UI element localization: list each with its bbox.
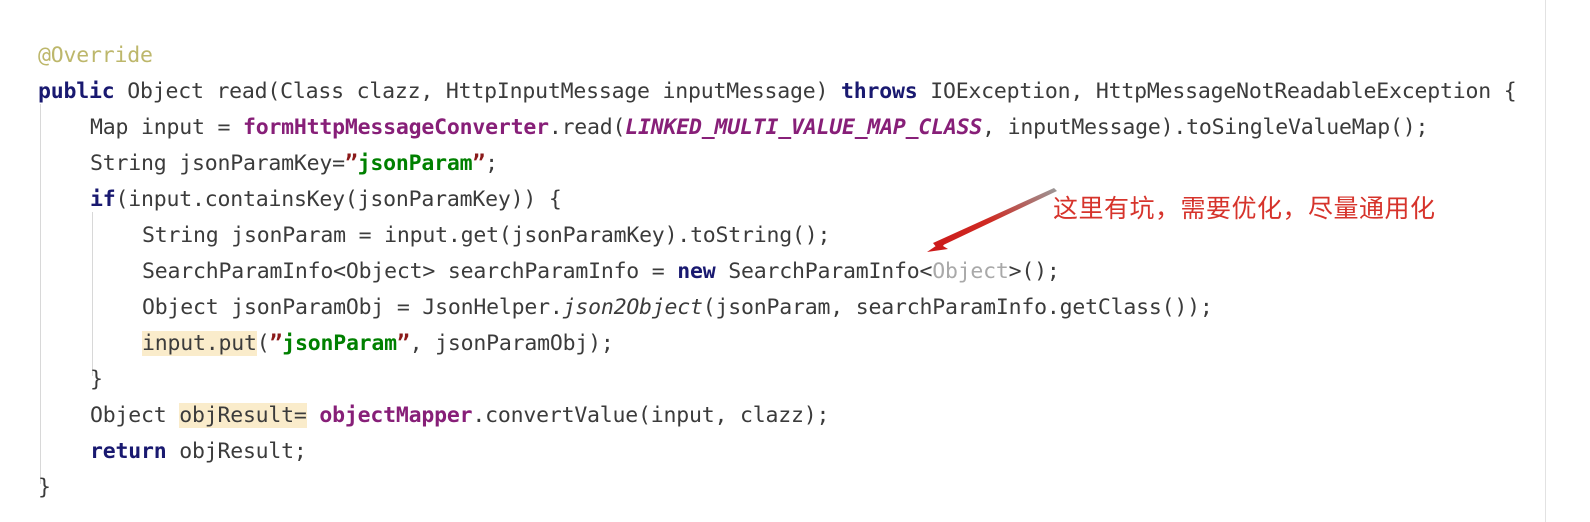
token-keyword-if: if	[90, 187, 116, 212]
token-type-json-helper: JsonHelper	[422, 295, 550, 320]
token-method-to-single-value-map: toSingleValueMap	[1186, 115, 1390, 140]
code-line-4[interactable]: String jsonParamKey=”jsonParam”;	[0, 146, 498, 182]
code-line-13[interactable]: }	[0, 470, 51, 506]
token-var-search-param-info: searchParamInfo	[447, 259, 640, 284]
code-line-3[interactable]: Map input = formHttpMessageConverter.rea…	[0, 110, 1428, 146]
token-type-object-2: Object	[142, 295, 219, 320]
token-quote-open-1: ”	[344, 151, 358, 176]
token-type-search-param-info-2: SearchParamInfo	[728, 259, 920, 284]
token-method-get-class: getClass	[1059, 295, 1162, 320]
token-type-class: Class	[280, 79, 344, 104]
token-type-string-2: String	[142, 223, 219, 248]
token-keyword-public: public	[38, 79, 115, 104]
token-type-object: Object	[127, 79, 204, 104]
code-line-5[interactable]: if(input.containsKey(jsonParamKey)) {	[0, 182, 562, 218]
code-line-7[interactable]: SearchParamInfo<Object> searchParamInfo …	[0, 254, 1060, 290]
token-type-object-3: Object	[90, 403, 167, 428]
token-method-get: get	[460, 223, 499, 248]
token-var-input: input	[140, 115, 205, 140]
token-method-to-string: toString	[690, 223, 793, 248]
token-keyword-new: new	[677, 259, 716, 284]
token-generic-object-dim: Object	[932, 259, 1009, 284]
token-string-json-param-2: jsonParam	[282, 331, 397, 356]
token-generic-object-1: Object	[345, 259, 423, 284]
token-type-http-input-message: HttpInputMessage	[445, 79, 650, 104]
token-type-search-param-info: SearchParamInfo	[142, 259, 334, 284]
search-highlight-input-put: input.put	[142, 331, 257, 356]
token-var-obj-result: objResult	[179, 403, 294, 428]
search-highlight-obj-result: objResult=	[179, 403, 307, 428]
token-string-json-param-1: jsonParam	[357, 151, 473, 176]
token-keyword-return: return	[90, 439, 167, 464]
token-var-obj-result-2: objResult	[179, 439, 294, 464]
token-constant-linked-map-class: LINKED_MULTI_VALUE_MAP_CLASS	[625, 115, 983, 140]
token-method-contains-key: containsKey	[204, 187, 345, 212]
annotation-text: 这里有坑，需要优化，尽量通用化	[1053, 194, 1436, 223]
token-method-put: put	[218, 331, 257, 356]
code-line-11[interactable]: Object objResult= objectMapper.convertVa…	[0, 398, 829, 434]
token-var-json-param-key-2: jsonParamKey	[357, 187, 511, 212]
code-line-12[interactable]: return objResult;	[0, 434, 307, 470]
code-line-1[interactable]: @Override	[0, 38, 153, 74]
token-var-json-param-2: jsonParam	[715, 295, 831, 320]
token-param-clazz: clazz	[356, 79, 421, 104]
token-quote-close-2: ”	[396, 331, 410, 356]
code-line-6[interactable]: String jsonParam = input.get(jsonParamKe…	[0, 218, 830, 254]
token-static-json2object: json2Object	[562, 295, 703, 320]
token-exception-not-readable: HttpMessageNotReadableException	[1095, 79, 1491, 104]
token-param-input-message: inputMessage	[662, 79, 816, 104]
token-var-input-4: input	[142, 331, 206, 356]
token-method-read: read	[216, 79, 268, 104]
token-quote-open-2: ”	[269, 331, 283, 356]
token-var-input-3: input	[384, 223, 448, 248]
token-quote-close-1: ”	[472, 151, 486, 176]
token-type-map: Map	[90, 115, 129, 140]
code-line-9[interactable]: input.put(”jsonParam”, jsonParamObj);	[0, 326, 614, 362]
token-var-json-param-obj: jsonParamObj	[231, 295, 385, 320]
token-method-convert-value: convertValue	[485, 403, 639, 428]
code-line-10[interactable]: }	[0, 362, 103, 398]
token-param-clazz-2: clazz	[740, 403, 804, 428]
token-var-input-2: input	[128, 187, 192, 212]
token-type-string: String	[90, 151, 167, 176]
token-var-json-param-key: jsonParamKey	[179, 151, 333, 176]
code-line-8[interactable]: Object jsonParamObj = JsonHelper.json2Ob…	[0, 290, 1213, 326]
token-annotation-override: @Override	[38, 43, 153, 68]
code-screenshot: @Override public Object read(Class clazz…	[0, 0, 1590, 522]
token-var-input-5: input	[650, 403, 715, 428]
token-var-json-param-obj-2: jsonParamObj	[435, 331, 589, 356]
token-keyword-throws: throws	[840, 79, 918, 104]
token-field-object-mapper: objectMapper	[319, 403, 473, 428]
code-block[interactable]: @Override public Object read(Class clazz…	[0, 0, 1590, 522]
code-line-2[interactable]: public Object read(Class clazz, HttpInpu…	[0, 74, 1517, 110]
token-field-form-converter: formHttpMessageConverter	[242, 115, 549, 140]
token-var-json-param: jsonParam	[231, 223, 346, 248]
token-var-search-param-info-2: searchParamInfo	[855, 295, 1047, 320]
token-exception-ioexception: IOException	[930, 79, 1071, 104]
token-arg-input-message: inputMessage	[1007, 115, 1161, 140]
token-method-read-call: read	[561, 115, 613, 140]
token-var-json-param-key-3: jsonParamKey	[511, 223, 665, 248]
